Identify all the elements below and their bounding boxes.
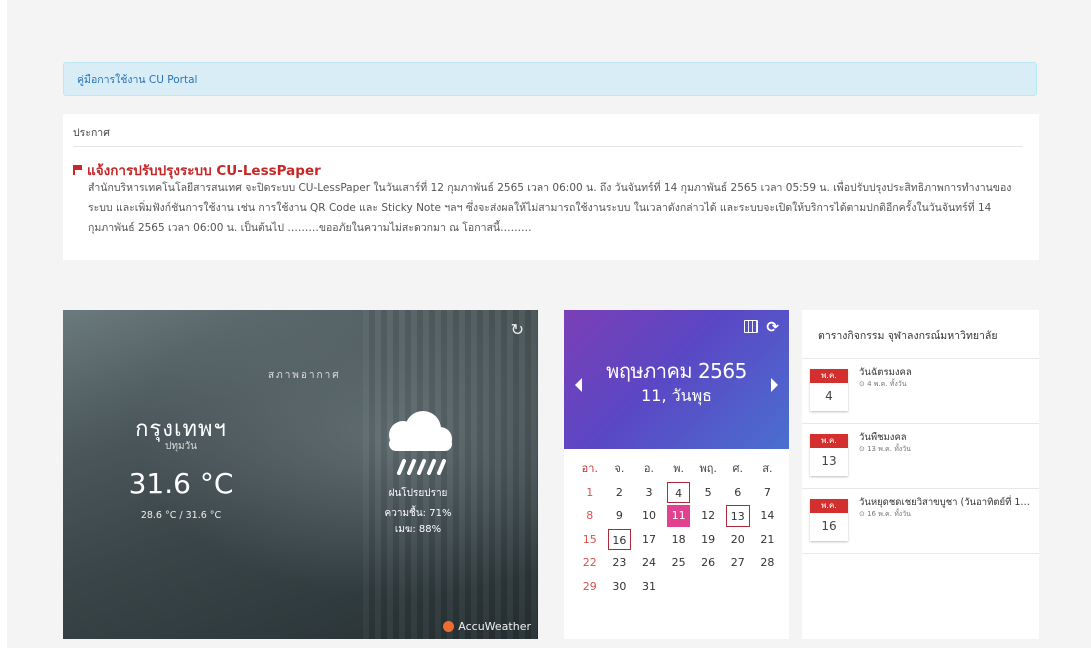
calendar-day[interactable]: 3 xyxy=(637,482,661,504)
flag-icon xyxy=(73,165,83,175)
calendar-toolbar: ⟳ xyxy=(744,320,779,335)
calendar-empty-cell xyxy=(726,576,750,598)
calendar-day[interactable]: 17 xyxy=(637,529,661,551)
calendar-day[interactable]: 16 xyxy=(607,528,632,550)
calendar-day[interactable]: 13 xyxy=(725,505,750,527)
calendar-day[interactable]: 11 xyxy=(666,505,691,527)
announcement-panel: ประกาศ แจ้งการปรับปรุงระบบ CU-LessPaper … xyxy=(63,114,1039,260)
calendar-day[interactable]: 9 xyxy=(608,505,632,527)
event-day: 16 xyxy=(821,519,837,533)
calendar-day[interactable]: 22 xyxy=(578,552,602,574)
calendar-day[interactable]: 12 xyxy=(696,505,720,527)
weather-temperature: 31.6 °C xyxy=(128,467,234,500)
event-time: ⊙ 4 พ.ค. ทั้งวัน xyxy=(859,380,907,388)
calendar-header: ⟳ พฤษภาคม 2565 11, วันพุธ xyxy=(564,310,789,449)
accuweather-logo[interactable]: AccuWeather xyxy=(443,620,531,633)
refresh-icon[interactable]: ↻ xyxy=(511,320,524,339)
event-day: 13 xyxy=(821,454,837,468)
event-item[interactable]: พ.ค. 16 วันหยุดชดเชยวิสาขบูชา (วันอาทิตย์ท… xyxy=(802,489,1039,554)
calendar-day[interactable]: 31 xyxy=(637,576,661,598)
weekday-header: พ. xyxy=(673,462,684,475)
event-month: พ.ค. xyxy=(810,369,848,383)
weather-district: ปทุมวัน xyxy=(165,441,197,452)
calendar-day[interactable]: 20 xyxy=(726,529,750,551)
event-item[interactable]: พ.ค. 4 วันฉัตรมงคล ⊙ 4 พ.ค. ทั้งวัน xyxy=(802,359,1039,424)
weekday-header: พฤ. xyxy=(699,462,717,475)
calendar-day[interactable]: 4 xyxy=(666,481,691,503)
calendar-day[interactable]: 7 xyxy=(756,482,780,504)
event-date-badge: พ.ค. 16 xyxy=(810,499,848,541)
event-item[interactable]: พ.ค. 13 วันพืชมงคล ⊙ 13 พ.ค. ทั้งวัน xyxy=(802,424,1039,489)
calendar-day[interactable]: 14 xyxy=(756,505,780,527)
calendar-grid: อา. จ. อ. พ. พฤ. ศ. ส. 1 2 3 4 5 6 7 8 9 10 11 12 13 14 15 16 1… xyxy=(575,457,783,598)
sun-icon xyxy=(443,621,455,632)
events-card: ตารางกิจกรรม จุฬาลงกรณ์มหาวิทยาลัย พ.ค. 4… xyxy=(802,310,1039,639)
calendar-card: ⟳ พฤษภาคม 2565 11, วันพุธ อา. จ. อ. พ. พฤ. ศ.… xyxy=(564,310,789,639)
manual-link[interactable]: คู่มือการใช้งาน CU Portal xyxy=(77,71,197,88)
weather-card: ↻ สภาพอากาศ กรุงเทพฯ ปทุมวัน 31.6 °C 28.… xyxy=(63,310,538,639)
calendar-day[interactable]: 27 xyxy=(726,552,750,574)
weather-cloud-cover: เมฆ: 88% xyxy=(394,524,442,535)
weather-humidity: ความชื้น: 71% xyxy=(384,508,452,519)
weekday-header: อ. xyxy=(643,462,655,475)
calendar-empty-cell xyxy=(667,576,691,598)
accuweather-text: AccuWeather xyxy=(458,620,531,633)
weekday-header: ส. xyxy=(762,462,773,475)
weather-range: 28.6 °C / 31.6 °C xyxy=(140,510,222,521)
calendar-day[interactable]: 18 xyxy=(667,529,691,551)
weekday-header: อา. xyxy=(581,462,598,475)
event-date-badge: พ.ค. 13 xyxy=(810,434,848,476)
event-day: 4 xyxy=(825,389,833,403)
calendar-day[interactable]: 1 xyxy=(578,482,602,504)
calendar-empty-cell xyxy=(696,576,720,598)
event-time: ⊙ 13 พ.ค. ทั้งวัน xyxy=(859,445,911,453)
calendar-month-year: พฤษภาคม 2565 xyxy=(606,359,747,383)
weather-label: สภาพอากาศ xyxy=(268,370,341,381)
rain-cloud-icon xyxy=(389,411,452,475)
calendar-day[interactable]: 8 xyxy=(578,505,602,527)
announcement-body: สำนักบริหารเทคโนโลยีสารสนเทศ จะปิดระบบ C… xyxy=(88,182,1012,234)
weather-condition: ฝนโปรยปราย xyxy=(388,488,448,499)
calendar-day[interactable]: 23 xyxy=(608,552,632,574)
calendar-day[interactable]: 6 xyxy=(726,482,750,504)
calendar-day[interactable]: 29 xyxy=(578,576,602,598)
calendar-day[interactable]: 21 xyxy=(756,529,780,551)
events-title: ตารางกิจกรรม จุฬาลงกรณ์มหาวิทยาลัย xyxy=(818,330,998,342)
event-time: ⊙ 16 พ.ค. ทั้งวัน xyxy=(859,510,911,518)
event-name[interactable]: วันหยุดชดเชยวิสาขบูชา (วันอาทิตย์ที่ 15 … xyxy=(859,495,1034,510)
calendar-day[interactable]: 24 xyxy=(637,552,661,574)
calendar-day[interactable]: 26 xyxy=(696,552,720,574)
calendar-selected-day: 11, วันพุธ xyxy=(641,386,712,405)
calendar-day[interactable]: 10 xyxy=(637,505,661,527)
calendar-empty-cell xyxy=(756,576,780,598)
event-date-badge: พ.ค. 4 xyxy=(810,369,848,411)
next-month-button[interactable] xyxy=(771,378,778,392)
event-name[interactable]: วันฉัตรมงคล xyxy=(859,365,1034,380)
calendar-day[interactable]: 2 xyxy=(608,482,632,504)
event-month: พ.ค. xyxy=(810,434,848,448)
calendar-day[interactable]: 25 xyxy=(667,552,691,574)
calendar-day[interactable]: 28 xyxy=(756,552,780,574)
manual-banner: คู่มือการใช้งาน CU Portal xyxy=(63,62,1037,96)
weekday-header: จ. xyxy=(614,462,625,475)
calendar-icon[interactable] xyxy=(744,320,759,333)
calendar-day[interactable]: 5 xyxy=(696,482,720,504)
announcement-heading: ประกาศ xyxy=(73,124,1023,147)
calendar-day[interactable]: 30 xyxy=(608,576,632,598)
weekday-header: ศ. xyxy=(732,462,743,475)
calendar-day[interactable]: 19 xyxy=(696,529,720,551)
calendar-day[interactable]: 15 xyxy=(578,529,602,551)
event-month: พ.ค. xyxy=(810,499,848,513)
event-name[interactable]: วันพืชมงคล xyxy=(859,430,1034,445)
sync-icon[interactable]: ⟳ xyxy=(766,320,779,335)
